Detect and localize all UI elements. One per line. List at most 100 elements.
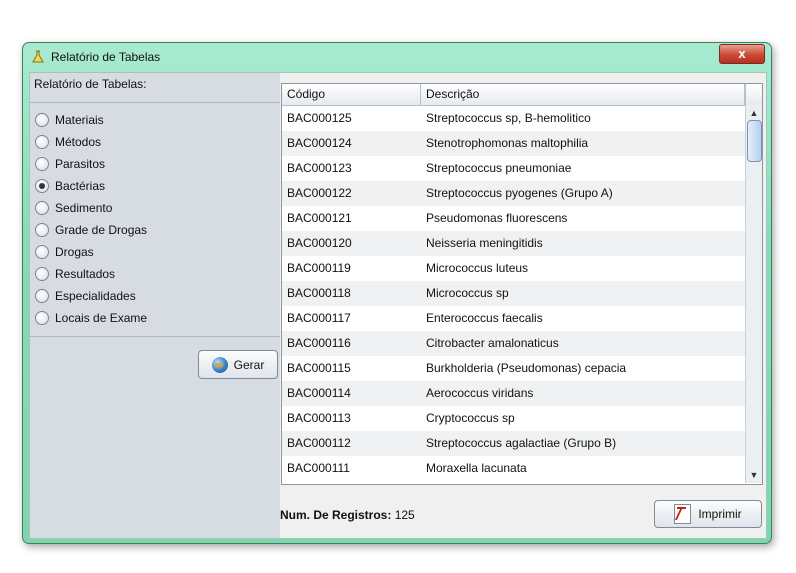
radio-label: Resultados: [55, 267, 116, 281]
radio-label: Parasitos: [55, 157, 106, 171]
radio-unselected-icon[interactable]: [35, 267, 49, 281]
globe-icon: [211, 356, 228, 373]
radio-label: Métodos: [55, 135, 102, 149]
radio-option[interactable]: Sedimento: [35, 198, 112, 218]
table-row[interactable]: BAC000115 Burkholderia (Pseudomonas) cepa…: [282, 356, 745, 381]
cell-descricao: Citrobacter amalonaticus: [426, 336, 559, 350]
cell-codigo: BAC000124: [287, 136, 352, 150]
radio-label: Especialidades: [55, 289, 136, 303]
cell-codigo: BAC000116: [287, 336, 351, 350]
gerar-button[interactable]: Gerar: [198, 350, 278, 379]
cell-descricao: Streptococcus sp, B-hemolitico: [426, 111, 591, 125]
gerar-label: Gerar: [233, 357, 265, 372]
radio-option[interactable]: Locais de Exame: [35, 308, 147, 328]
radio-unselected-icon[interactable]: [35, 311, 49, 325]
radio-label: Locais de Exame: [55, 311, 148, 325]
column-header-descricao[interactable]: Descrição: [421, 84, 745, 105]
record-count-label: Num. De Registros:: [280, 508, 392, 522]
cell-codigo: BAC000118: [287, 286, 351, 300]
cell-codigo: BAC000111: [287, 461, 350, 475]
table-row[interactable]: BAC000120 Neisseria meningitidis: [282, 231, 745, 256]
table-row[interactable]: BAC000124 Stenotrophomonas maltophilia: [282, 131, 745, 156]
radio-option[interactable]: Grade de Drogas: [35, 220, 147, 240]
scroll-corner: [745, 84, 762, 105]
divider: [30, 102, 280, 103]
title-bar[interactable]: Relatório de Tabelas x: [23, 43, 771, 71]
close-button[interactable]: x: [719, 44, 765, 64]
report-window: Relatório de Tabelas x Relatório de Tabe…: [22, 42, 772, 544]
cell-descricao: Pseudomonas fluorescens: [426, 211, 568, 225]
cell-codigo: BAC000114: [287, 386, 351, 400]
cell-codigo: BAC000117: [287, 311, 351, 325]
table-row[interactable]: BAC000122 Streptococcus pyogenes (Grupo A…: [282, 181, 745, 206]
table-row[interactable]: BAC000125 Streptococcus sp, B-hemolitico: [282, 106, 745, 131]
radio-label: Materiais: [55, 113, 104, 127]
radio-option[interactable]: Bactérias: [35, 176, 105, 196]
radio-label: Grade de Drogas: [55, 223, 148, 237]
client-area: Relatório de Tabelas: Materiais Métodos Pa…: [29, 72, 767, 539]
table-row[interactable]: BAC000111 Moraxella lacunata: [282, 456, 745, 481]
records-table: Código Descrição BAC000125 Streptococcus …: [281, 83, 763, 485]
radio-option[interactable]: Especialidades: [35, 286, 136, 306]
radio-label: Bactérias: [55, 179, 106, 193]
scroll-up-icon[interactable]: ▲: [746, 107, 762, 119]
cell-codigo: BAC000125: [287, 111, 352, 125]
cell-descricao: Streptococcus pneumoniae: [426, 161, 572, 175]
cell-codigo: BAC000122: [287, 186, 352, 200]
imprimir-label: Imprimir: [698, 507, 742, 521]
record-count-value: 125: [394, 508, 415, 522]
cell-codigo: BAC000113: [287, 411, 351, 425]
table-row[interactable]: BAC000112 Streptococcus agalactiae (Grupo…: [282, 431, 745, 456]
cell-descricao: Neisseria meningitidis: [426, 236, 543, 250]
table-row[interactable]: BAC000116 Citrobacter amalonaticus: [282, 331, 745, 356]
cell-descricao: Enterococcus faecalis: [426, 311, 543, 325]
radio-unselected-icon[interactable]: [35, 113, 49, 127]
radio-unselected-icon[interactable]: [35, 135, 49, 149]
radio-label: Sedimento: [55, 201, 113, 215]
scroll-down-icon[interactable]: ▼: [746, 469, 762, 481]
cell-codigo: BAC000119: [287, 261, 351, 275]
panel-title: Relatório de Tabelas:: [34, 77, 147, 91]
cell-descricao: Aerococcus viridans: [426, 386, 534, 400]
cell-descricao: Micrococcus luteus: [426, 261, 529, 275]
cell-descricao: Stenotrophomonas maltophilia: [426, 136, 589, 150]
cell-codigo: BAC000121: [287, 211, 352, 225]
vertical-scrollbar[interactable]: ▲ ▼: [745, 105, 762, 483]
radio-unselected-icon[interactable]: [35, 289, 49, 303]
radio-option[interactable]: Drogas: [35, 242, 94, 262]
cell-descricao: Cryptococcus sp: [426, 411, 515, 425]
cell-descricao: Moraxella lacunata: [426, 461, 527, 475]
cell-codigo: BAC000112: [287, 436, 351, 450]
radio-option[interactable]: Resultados: [35, 264, 115, 284]
table-row[interactable]: BAC000114 Aerococcus viridans: [282, 381, 745, 406]
window-title: Relatório de Tabelas: [51, 50, 161, 64]
radio-unselected-icon[interactable]: [35, 201, 49, 215]
table-row[interactable]: BAC000123 Streptococcus pneumoniae: [282, 156, 745, 181]
radio-unselected-icon[interactable]: [35, 245, 49, 259]
radio-selected-icon[interactable]: [35, 179, 49, 193]
cell-descricao: Micrococcus sp: [426, 286, 509, 300]
radio-unselected-icon[interactable]: [35, 157, 49, 171]
scroll-thumb[interactable]: [747, 120, 762, 162]
radio-option[interactable]: Parasitos: [35, 154, 105, 174]
table-row[interactable]: BAC000117 Enterococcus faecalis: [282, 306, 745, 331]
cell-codigo: BAC000120: [287, 236, 352, 250]
table-row[interactable]: BAC000118 Micrococcus sp: [282, 281, 745, 306]
cell-codigo: BAC000123: [287, 161, 352, 175]
radio-unselected-icon[interactable]: [35, 223, 49, 237]
cell-codigo: BAC000115: [287, 361, 351, 375]
pdf-icon: [674, 504, 692, 524]
cell-descricao: Streptococcus agalactiae (Grupo B): [426, 436, 617, 450]
column-header-codigo[interactable]: Código: [282, 84, 421, 105]
cell-descricao: Streptococcus pyogenes (Grupo A): [426, 186, 613, 200]
table-header: Código Descrição: [282, 84, 745, 106]
table-row[interactable]: BAC000113 Cryptococcus sp: [282, 406, 745, 431]
table-row[interactable]: BAC000119 Micrococcus luteus: [282, 256, 745, 281]
radio-label: Drogas: [55, 245, 94, 259]
divider: [30, 336, 280, 337]
report-type-panel: Relatório de Tabelas: Materiais Métodos Pa…: [30, 73, 280, 538]
table-row[interactable]: BAC000121 Pseudomonas fluorescens: [282, 206, 745, 231]
radio-option[interactable]: Métodos: [35, 132, 101, 152]
radio-option[interactable]: Materiais: [35, 110, 104, 130]
imprimir-button[interactable]: Imprimir: [654, 500, 762, 528]
